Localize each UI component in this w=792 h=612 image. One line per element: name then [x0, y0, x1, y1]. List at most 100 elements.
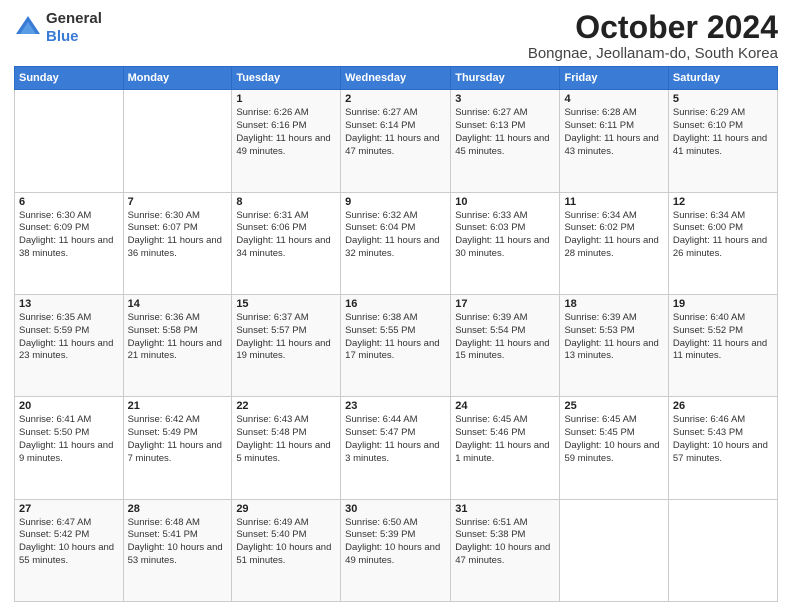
calendar-cell: 12 Sunrise: 6:34 AMSunset: 6:00 PMDayligh…: [668, 192, 777, 294]
calendar-cell: 9 Sunrise: 6:32 AMSunset: 6:04 PMDaylight…: [341, 192, 451, 294]
day-number: 2: [345, 93, 446, 105]
day-number: 5: [673, 93, 773, 105]
calendar-cell: 23 Sunrise: 6:44 AMSunset: 5:47 PMDayligh…: [341, 397, 451, 499]
calendar-cell: 19 Sunrise: 6:40 AMSunset: 5:52 PMDayligh…: [668, 294, 777, 396]
day-info: Sunrise: 6:35 AMSunset: 5:59 PMDaylight:…: [19, 312, 119, 363]
day-info: Sunrise: 6:28 AMSunset: 6:11 PMDaylight:…: [564, 107, 663, 158]
day-of-week-saturday: Saturday: [668, 67, 777, 90]
day-info: Sunrise: 6:42 AMSunset: 5:49 PMDaylight:…: [128, 414, 228, 465]
day-number: 14: [128, 298, 228, 310]
day-info: Sunrise: 6:26 AMSunset: 6:16 PMDaylight:…: [236, 107, 336, 158]
calendar-cell: 8 Sunrise: 6:31 AMSunset: 6:06 PMDaylight…: [232, 192, 341, 294]
day-info: Sunrise: 6:34 AMSunset: 6:00 PMDaylight:…: [673, 210, 773, 261]
day-number: 8: [236, 196, 336, 208]
day-info: Sunrise: 6:41 AMSunset: 5:50 PMDaylight:…: [19, 414, 119, 465]
calendar-cell: 16Sunrise: 6:38 AMSunset: 5:55 PMDayligh…: [341, 294, 451, 396]
day-number: 29: [236, 503, 336, 515]
calendar-cell: [15, 90, 124, 192]
day-number: 22: [236, 400, 336, 412]
calendar-cell: 6 Sunrise: 6:30 AMSunset: 6:09 PMDaylight…: [15, 192, 124, 294]
calendar-cell: 11Sunrise: 6:34 AMSunset: 6:02 PMDayligh…: [560, 192, 668, 294]
day-info: Sunrise: 6:44 AMSunset: 5:47 PMDaylight:…: [345, 414, 446, 465]
day-number: 3: [455, 93, 555, 105]
day-info: Sunrise: 6:38 AMSunset: 5:55 PMDaylight:…: [345, 312, 446, 363]
day-number: 18: [564, 298, 663, 310]
calendar-cell: 31Sunrise: 6:51 AMSunset: 5:38 PMDayligh…: [451, 499, 560, 601]
calendar-cell: [668, 499, 777, 601]
day-info: Sunrise: 6:33 AMSunset: 6:03 PMDaylight:…: [455, 210, 555, 261]
day-info: Sunrise: 6:43 AMSunset: 5:48 PMDaylight:…: [236, 414, 336, 465]
day-number: 26: [673, 400, 773, 412]
calendar-cell: 3 Sunrise: 6:27 AMSunset: 6:13 PMDaylight…: [451, 90, 560, 192]
day-info: Sunrise: 6:39 AMSunset: 5:53 PMDaylight:…: [564, 312, 663, 363]
calendar-cell: [123, 90, 232, 192]
day-info: Sunrise: 6:30 AMSunset: 6:09 PMDaylight:…: [19, 210, 119, 261]
calendar-cell: 21 Sunrise: 6:42 AMSunset: 5:49 PMDayligh…: [123, 397, 232, 499]
day-number: 24: [455, 400, 555, 412]
day-number: 17: [455, 298, 555, 310]
day-info: Sunrise: 6:31 AMSunset: 6:06 PMDaylight:…: [236, 210, 336, 261]
calendar-cell: 7 Sunrise: 6:30 AMSunset: 6:07 PMDaylight…: [123, 192, 232, 294]
day-info: Sunrise: 6:27 AMSunset: 6:13 PMDaylight:…: [455, 107, 555, 158]
logo-icon: [14, 14, 42, 42]
calendar-cell: 24 Sunrise: 6:45 AMSunset: 5:46 PMDayligh…: [451, 397, 560, 499]
day-info: Sunrise: 6:32 AMSunset: 6:04 PMDaylight:…: [345, 210, 446, 261]
day-number: 25: [564, 400, 663, 412]
logo-text: General Blue: [46, 10, 102, 46]
day-of-week-tuesday: Tuesday: [232, 67, 341, 90]
day-number: 15: [236, 298, 336, 310]
day-number: 7: [128, 196, 228, 208]
calendar-cell: 17Sunrise: 6:39 AMSunset: 5:54 PMDayligh…: [451, 294, 560, 396]
day-number: 28: [128, 503, 228, 515]
day-number: 21: [128, 400, 228, 412]
day-of-week-thursday: Thursday: [451, 67, 560, 90]
day-info: Sunrise: 6:45 AMSunset: 5:46 PMDaylight:…: [455, 414, 555, 465]
day-info: Sunrise: 6:50 AMSunset: 5:39 PMDaylight:…: [345, 517, 446, 568]
subtitle: Bongnae, Jeollanam-do, South Korea: [528, 45, 778, 62]
calendar-cell: 29 Sunrise: 6:49 AMSunset: 5:40 PMDayligh…: [232, 499, 341, 601]
day-info: Sunrise: 6:36 AMSunset: 5:58 PMDaylight:…: [128, 312, 228, 363]
day-number: 30: [345, 503, 446, 515]
day-number: 12: [673, 196, 773, 208]
calendar: SundayMondayTuesdayWednesdayThursdayFrid…: [14, 66, 778, 602]
day-number: 13: [19, 298, 119, 310]
day-of-week-sunday: Sunday: [15, 67, 124, 90]
calendar-cell: 28 Sunrise: 6:48 AMSunset: 5:41 PMDayligh…: [123, 499, 232, 601]
calendar-body: 1Sunrise: 6:26 AMSunset: 6:16 PMDaylight…: [15, 90, 778, 602]
calendar-header: SundayMondayTuesdayWednesdayThursdayFrid…: [15, 67, 778, 90]
day-number: 20: [19, 400, 119, 412]
day-number: 19: [673, 298, 773, 310]
calendar-cell: 4Sunrise: 6:28 AMSunset: 6:11 PMDaylight…: [560, 90, 668, 192]
calendar-cell: 15Sunrise: 6:37 AMSunset: 5:57 PMDayligh…: [232, 294, 341, 396]
day-number: 23: [345, 400, 446, 412]
calendar-cell: 14 Sunrise: 6:36 AMSunset: 5:58 PMDayligh…: [123, 294, 232, 396]
calendar-cell: 26Sunrise: 6:46 AMSunset: 5:43 PMDayligh…: [668, 397, 777, 499]
calendar-cell: 30 Sunrise: 6:50 AMSunset: 5:39 PMDayligh…: [341, 499, 451, 601]
day-info: Sunrise: 6:30 AMSunset: 6:07 PMDaylight:…: [128, 210, 228, 261]
calendar-cell: 2Sunrise: 6:27 AMSunset: 6:14 PMDaylight…: [341, 90, 451, 192]
calendar-cell: 1Sunrise: 6:26 AMSunset: 6:16 PMDaylight…: [232, 90, 341, 192]
day-number: 9: [345, 196, 446, 208]
day-number: 6: [19, 196, 119, 208]
week-row-4: 20 Sunrise: 6:41 AMSunset: 5:50 PMDayligh…: [15, 397, 778, 499]
calendar-cell: 25Sunrise: 6:45 AMSunset: 5:45 PMDayligh…: [560, 397, 668, 499]
calendar-cell: 10Sunrise: 6:33 AMSunset: 6:03 PMDayligh…: [451, 192, 560, 294]
calendar-cell: 27Sunrise: 6:47 AMSunset: 5:42 PMDayligh…: [15, 499, 124, 601]
calendar-cell: 22 Sunrise: 6:43 AMSunset: 5:48 PMDayligh…: [232, 397, 341, 499]
calendar-cell: 18 Sunrise: 6:39 AMSunset: 5:53 PMDayligh…: [560, 294, 668, 396]
day-info: Sunrise: 6:29 AMSunset: 6:10 PMDaylight:…: [673, 107, 773, 158]
day-of-week-friday: Friday: [560, 67, 668, 90]
main-title: October 2024: [528, 10, 778, 45]
week-row-5: 27Sunrise: 6:47 AMSunset: 5:42 PMDayligh…: [15, 499, 778, 601]
day-info: Sunrise: 6:40 AMSunset: 5:52 PMDaylight:…: [673, 312, 773, 363]
week-row-2: 6 Sunrise: 6:30 AMSunset: 6:09 PMDaylight…: [15, 192, 778, 294]
calendar-cell: 20 Sunrise: 6:41 AMSunset: 5:50 PMDayligh…: [15, 397, 124, 499]
day-number: 27: [19, 503, 119, 515]
day-info: Sunrise: 6:49 AMSunset: 5:40 PMDaylight:…: [236, 517, 336, 568]
day-of-week-wednesday: Wednesday: [341, 67, 451, 90]
logo-blue: Blue: [46, 28, 79, 45]
logo: General Blue: [14, 10, 102, 46]
week-row-3: 13 Sunrise: 6:35 AMSunset: 5:59 PMDayligh…: [15, 294, 778, 396]
calendar-cell: 13 Sunrise: 6:35 AMSunset: 5:59 PMDayligh…: [15, 294, 124, 396]
day-info: Sunrise: 6:48 AMSunset: 5:41 PMDaylight:…: [128, 517, 228, 568]
